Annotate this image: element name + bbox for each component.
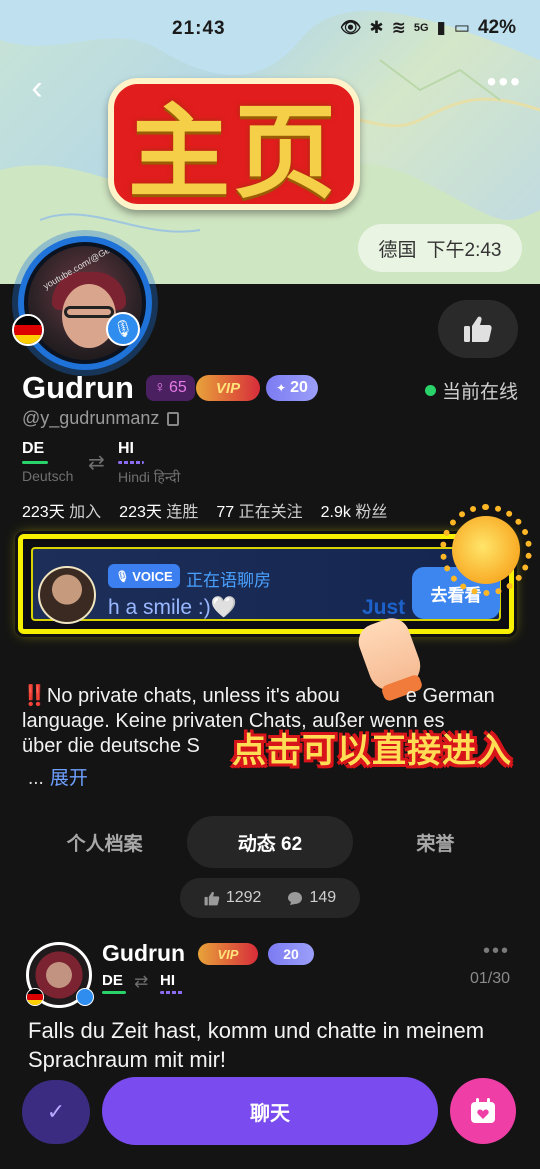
post-text: Falls du Zeit hast, komm und chatte in m… — [28, 1018, 485, 1072]
chevron-left-icon: ‹ — [31, 68, 43, 107]
post-more-button[interactable]: ••• — [483, 940, 510, 963]
comment-bubble-icon — [288, 891, 303, 905]
microphone-icon: 🎙 — [115, 570, 130, 583]
voice-tag-badge: 🎙 VOICE — [108, 564, 180, 588]
bluetooth-icon: ✱ — [369, 18, 384, 37]
native-language: DE Deutsch — [22, 440, 74, 484]
sun-sticker-icon — [452, 516, 520, 584]
post-counts: 1292 149 — [180, 878, 360, 918]
voice-room-host-avatar — [38, 566, 96, 624]
gender-level-badge: ♀ 65 — [146, 375, 195, 401]
post-learning-language: HI — [160, 972, 184, 994]
battery-icon: ▭ — [453, 18, 470, 37]
voice-room-message: h a smile :)🤍 — [108, 596, 237, 619]
double-exclamation-icon: ‼️ — [22, 685, 47, 707]
level-badge[interactable]: ✦ 20 — [266, 375, 318, 401]
stat-followers[interactable]: 2.9k 粉丝 — [321, 498, 388, 522]
status-bar: 21:43 👁 ✱ ≋ 5G ▮ ▭ 42% — [0, 0, 540, 58]
german-flag-icon — [26, 988, 44, 1006]
locale-pill: 德国 下午2:43 — [358, 224, 522, 272]
level-badge: 20 — [268, 943, 314, 965]
eye-icon: 👁 — [339, 18, 362, 37]
learning-level-bar — [118, 461, 144, 464]
thumbs-up-icon — [204, 891, 220, 905]
back-button[interactable]: ‹ — [20, 68, 54, 107]
german-flag-icon — [12, 314, 44, 346]
tab-moments[interactable]: 动态 62 — [187, 816, 353, 868]
expand-bio-link[interactable]: ... 展开 — [28, 763, 88, 790]
stat-following[interactable]: 77 正在关注 — [216, 498, 302, 522]
native-level-bar — [22, 461, 48, 464]
status-icons: 👁 ✱ ≋ 5G ▮ ▭ 42% — [340, 17, 516, 39]
voice-room-status: 正在语聊房 — [186, 571, 271, 590]
learning-language: HI Hindi हिन्दी — [118, 440, 181, 485]
more-dots-icon: ••• — [486, 66, 522, 97]
profile-name: Gudrun — [22, 370, 134, 405]
vip-badge[interactable]: VIP — [196, 375, 260, 401]
user-handle: @y_gudrunmanz — [22, 408, 180, 429]
chat-button[interactable]: 聊天 — [102, 1077, 438, 1145]
like-profile-button[interactable] — [438, 300, 518, 358]
comments-count: 149 — [287, 889, 336, 907]
post-page-indicator: 01/30 — [469, 970, 510, 987]
tap-to-enter-overlay: 点击可以直接进入 — [232, 731, 512, 770]
thumbs-up-icon — [464, 316, 492, 342]
more-options-button[interactable]: ••• — [487, 68, 522, 96]
stat-joined: 223天 加入 — [22, 504, 102, 521]
locale-time: 下午2:43 — [426, 239, 502, 261]
vip-badge: VIP — [198, 943, 258, 965]
online-status: 当前在线 — [424, 377, 518, 404]
status-time: 21:43 — [172, 18, 226, 39]
female-icon: ♀ — [154, 379, 166, 396]
online-dot-icon — [424, 385, 436, 396]
profile-tabs: 个人档案 动态 62 荣誉 — [22, 816, 518, 868]
signal-bars-icon: ▮ — [436, 18, 446, 37]
battery-percent: 42% — [477, 17, 516, 38]
avatar[interactable]: youtube.com/@GermanizeMe — [18, 236, 152, 370]
avatar-photo: youtube.com/@GermanizeMe — [24, 242, 146, 364]
locale-country: 德国 — [378, 239, 417, 261]
homepage-banner-title: 主页 — [108, 78, 360, 213]
profile-stats: 223天 加入 223天 连胜 77 正在关注 2.9k 粉丝 — [22, 498, 387, 522]
swap-arrows-icon: ⇄ — [88, 452, 105, 474]
stat-streak: 223天 连胜 — [119, 504, 199, 521]
follow-check-button[interactable]: ✓ — [22, 1080, 90, 1144]
tab-profile[interactable]: 个人档案 — [22, 816, 187, 868]
swap-arrows-icon: ⇄ — [134, 972, 149, 991]
gift-button[interactable] — [450, 1078, 516, 1144]
signal-5g-icon: 5G — [413, 22, 429, 34]
more-dots-icon: ••• — [482, 940, 510, 962]
wifi-icon: ≋ — [391, 18, 406, 37]
gift-calendar-icon — [471, 1098, 495, 1123]
tab-honors[interactable]: 荣誉 — [353, 816, 518, 868]
post-author-name[interactable]: Gudrun — [102, 940, 185, 967]
post-native-language: DE — [102, 972, 126, 994]
star-icon: ✦ — [276, 381, 287, 395]
microphone-icon: 🎙 — [106, 312, 140, 346]
microphone-icon — [76, 988, 94, 1006]
likes-count: 1292 — [204, 889, 261, 907]
white-heart-icon: 🤍 — [210, 596, 237, 619]
voice-room-message-next: Just — [362, 596, 406, 619]
copy-icon[interactable] — [167, 411, 180, 426]
checkmark-icon: ✓ — [46, 1099, 66, 1124]
